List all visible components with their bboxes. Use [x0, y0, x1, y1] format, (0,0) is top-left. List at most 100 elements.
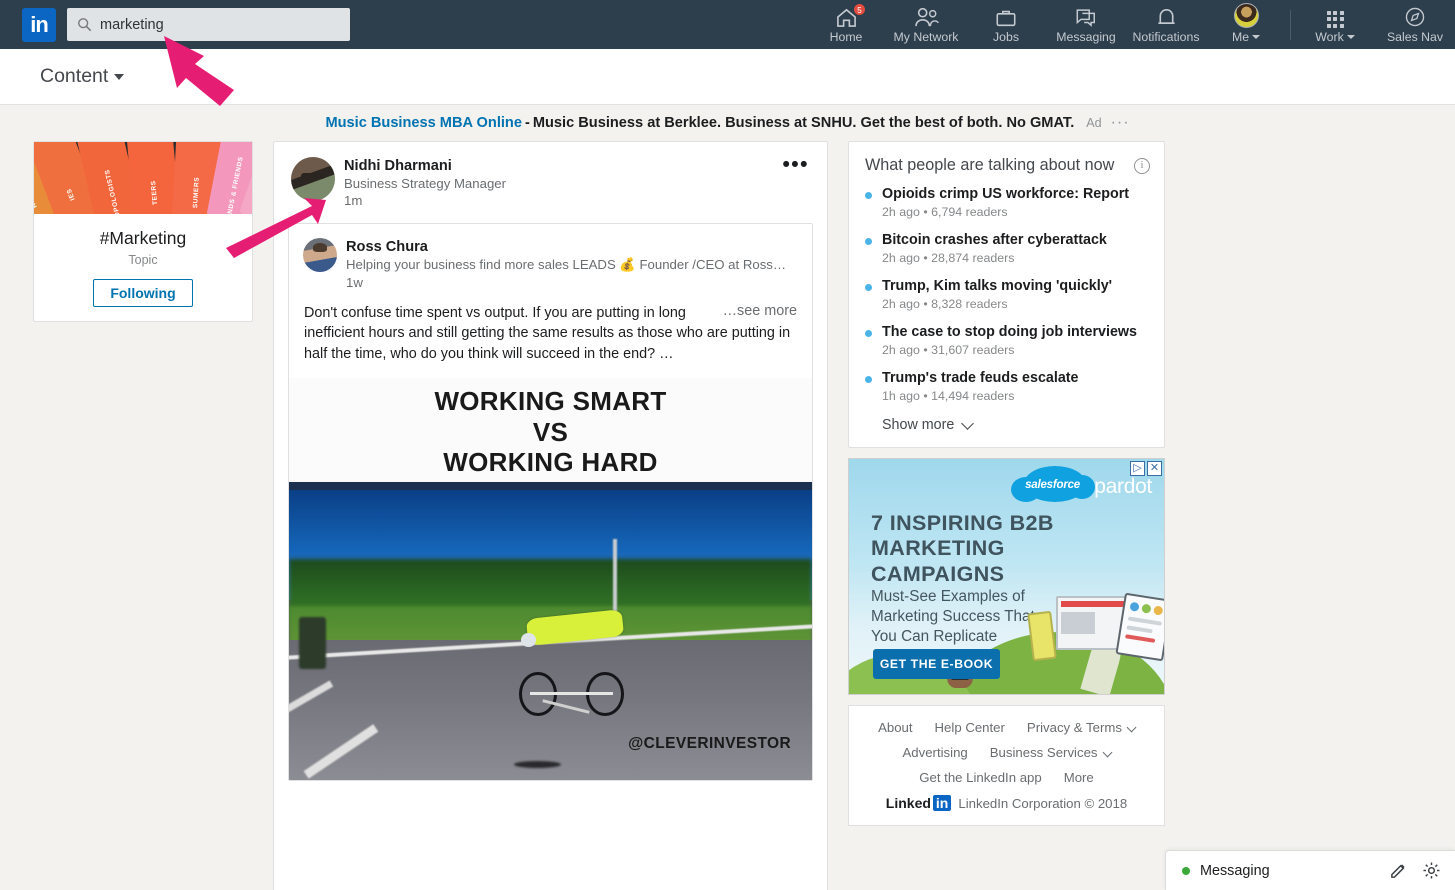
news-item[interactable]: Opioids crimp US workforce: Report 2h ag… — [849, 181, 1164, 227]
briefcase-icon — [995, 6, 1017, 28]
bullet-icon — [865, 284, 872, 291]
footer-row: Advertising Business Services — [863, 745, 1150, 760]
nav-label-work-text: Work — [1315, 29, 1344, 44]
reshared-author-name[interactable]: Ross Chura — [346, 239, 786, 255]
home-badge: 5 — [853, 3, 866, 16]
reshared-post: Ross Chura Helping your business find mo… — [288, 223, 813, 781]
footer-row: About Help Center Privacy & Terms — [863, 720, 1150, 735]
video-cyclist — [519, 609, 625, 716]
news-headline: Opioids crimp US workforce: Report — [882, 186, 1130, 202]
post-media[interactable]: WORKING SMART VS WORKING HARD @CLEVERINV… — [289, 378, 812, 780]
hashtag-banner-image: RISING IES OPOLOGISTS TEERS SUMERS BRAND… — [34, 142, 252, 214]
bullet-icon — [865, 330, 872, 337]
banner-label: IES — [65, 187, 77, 202]
media-title-line-2: VS — [532, 416, 569, 447]
search-icon — [78, 18, 92, 32]
avatar-icon — [1233, 2, 1259, 28]
footer-link-privacy-terms[interactable]: Privacy & Terms — [1026, 720, 1137, 735]
news-item[interactable]: Bitcoin crashes after cyberattack 2h ago… — [849, 227, 1164, 273]
chevron-down-icon — [114, 74, 125, 80]
nav-item-sales-nav[interactable]: Sales Nav — [1375, 0, 1455, 49]
news-item[interactable]: The case to stop doing job interviews 2h… — [849, 319, 1164, 365]
messaging-dock[interactable]: Messaging — [1165, 850, 1455, 890]
nav-item-messaging[interactable]: Messaging — [1046, 0, 1126, 49]
nav-item-my-network[interactable]: My Network — [886, 0, 966, 49]
grid-icon — [1326, 6, 1344, 28]
avatar — [1233, 2, 1259, 28]
footer-link-advertising[interactable]: Advertising — [903, 745, 968, 760]
message-icon — [1075, 6, 1097, 28]
show-more-button[interactable]: Show more — [849, 411, 1164, 447]
promo-ad-headline: 7 INSPIRING B2B MARKETING CAMPAIGNS — [871, 511, 1054, 586]
nav-item-notifications[interactable]: Notifications — [1126, 0, 1206, 49]
footer-link-business-services[interactable]: Business Services — [990, 745, 1112, 760]
footer-link-help-center[interactable]: Help Center — [935, 720, 1005, 735]
nav-label-me: Me — [1232, 30, 1261, 44]
news-headline: Bitcoin crashes after cyberattack — [882, 232, 1107, 248]
post-author-name[interactable]: Nidhi Dharmani — [344, 158, 506, 174]
banner-label: OPOLOGISTS — [103, 168, 122, 214]
search-value: marketing — [100, 16, 164, 33]
close-icon[interactable]: ✕ — [1147, 461, 1162, 476]
avatar[interactable] — [303, 238, 337, 272]
footer-link-privacy-terms-label: Privacy & Terms — [1026, 720, 1122, 735]
following-button[interactable]: Following — [93, 279, 193, 307]
gear-icon[interactable] — [1422, 861, 1441, 880]
nav-item-jobs[interactable]: Jobs — [966, 0, 1046, 49]
video-distant-cyclist — [299, 617, 326, 670]
news-module: What people are talking about now i Opio… — [848, 141, 1165, 448]
chevron-down-icon — [961, 417, 975, 430]
news-meta: 1h ago • 14,494 readers — [882, 389, 1015, 403]
top-ad-tag: Ad — [1086, 116, 1102, 130]
footer-link-about[interactable]: About — [878, 720, 912, 735]
content-dropdown[interactable]: Content — [40, 65, 125, 88]
bullet-icon — [865, 192, 872, 199]
nav-item-work[interactable]: Work — [1295, 0, 1375, 49]
more-options-icon[interactable]: ••• — [782, 154, 809, 175]
news-item[interactable]: Trump's trade feuds escalate 1h ago • 14… — [849, 365, 1164, 411]
get-ebook-button[interactable]: GET THE E-BOOK — [873, 649, 1000, 679]
messaging-dock-label: Messaging — [1200, 862, 1270, 879]
news-meta: 2h ago • 31,607 readers — [882, 343, 1015, 357]
nav-item-me[interactable]: Me — [1206, 0, 1286, 49]
news-meta: 2h ago • 28,874 readers — [882, 251, 1015, 265]
rider-helmet — [521, 633, 536, 648]
info-icon[interactable]: i — [1134, 157, 1150, 174]
media-divider — [289, 481, 812, 490]
nav-label-my-network: My Network — [893, 29, 959, 44]
chevron-down-icon — [1346, 35, 1355, 40]
news-module-title: What people are talking about now — [865, 156, 1115, 174]
adchoices-icon[interactable]: ▷ — [1130, 461, 1145, 476]
top-ad-menu-icon[interactable]: ··· — [1111, 114, 1130, 132]
online-status-icon — [1182, 866, 1190, 875]
bell-icon — [1156, 6, 1177, 28]
reshared-timestamp: 1w — [346, 275, 363, 290]
nav-label-jobs: Jobs — [993, 29, 1019, 44]
top-ad-text: Music Business at Berklee. Business at S… — [532, 115, 1075, 131]
linkedin-logo[interactable]: in — [22, 7, 56, 42]
compass-icon — [1404, 6, 1426, 28]
chevron-down-icon — [1252, 35, 1261, 40]
video-frame[interactable]: @CLEVERINVESTOR — [289, 489, 812, 780]
post-timestamp: 1m — [344, 193, 363, 208]
avatar[interactable] — [291, 157, 335, 201]
news-item[interactable]: Trump, Kim talks moving 'quickly' 2h ago… — [849, 273, 1164, 319]
hashtag-card[interactable]: RISING IES OPOLOGISTS TEERS SUMERS BRAND… — [33, 141, 253, 322]
nav-label-notifications: Notifications — [1132, 29, 1200, 44]
promo-ad-tablet-illustration — [1115, 592, 1164, 662]
search-input[interactable]: marketing — [67, 8, 350, 41]
see-more-link[interactable]: …see more — [723, 301, 797, 321]
salesforce-brand-text: salesforce — [1025, 479, 1080, 491]
linkedin-wordmark-text: Linked — [885, 795, 931, 811]
post-header: Nidhi Dharmani Business Strategy Manager… — [274, 142, 827, 208]
news-headline: Trump's trade feuds escalate — [882, 370, 1079, 386]
nav-item-home[interactable]: 5 Home — [806, 0, 886, 49]
compose-icon[interactable] — [1389, 861, 1408, 880]
site-footer: About Help Center Privacy & Terms Advert… — [848, 705, 1165, 826]
footer-link-more[interactable]: More — [1064, 770, 1094, 785]
promo-ad[interactable]: ▷ ✕ salesforce pardot 7 INSPIRING B2B MA… — [848, 458, 1165, 695]
nav-label-messaging: Messaging — [1056, 29, 1116, 44]
footer-link-get-app[interactable]: Get the LinkedIn app — [919, 770, 1041, 785]
chevron-down-icon — [1102, 747, 1112, 758]
top-ad-link[interactable]: Music Business MBA Online — [325, 115, 522, 131]
